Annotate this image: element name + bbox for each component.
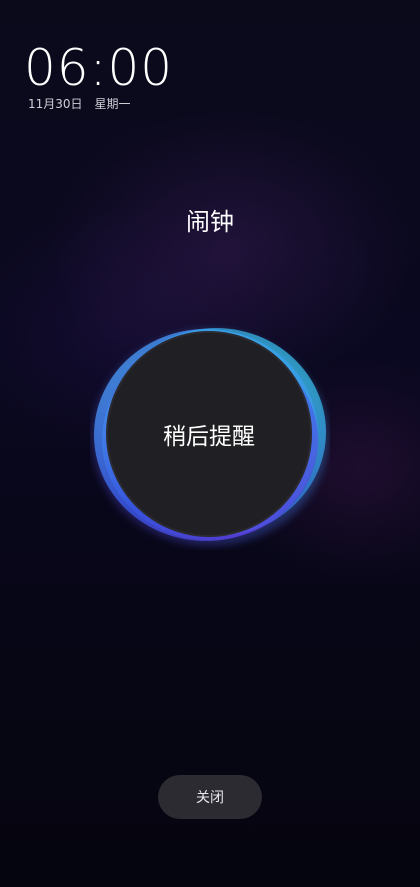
clock-time: 06:00 xyxy=(24,39,174,97)
snooze-ring: 稍后提醒 xyxy=(90,320,330,550)
alarm-screen: 06:00 11月30日 星期一 闹钟 稍后提醒 关闭 xyxy=(0,0,420,887)
date-text: 11月30日 xyxy=(28,97,83,111)
weekday-text: 星期一 xyxy=(94,97,131,111)
alarm-title: 闹钟 xyxy=(186,208,234,236)
snooze-button[interactable]: 稍后提醒 xyxy=(108,333,310,535)
date-row: 11月30日 星期一 xyxy=(28,96,131,112)
close-alarm-button[interactable]: 关闭 xyxy=(158,775,262,819)
